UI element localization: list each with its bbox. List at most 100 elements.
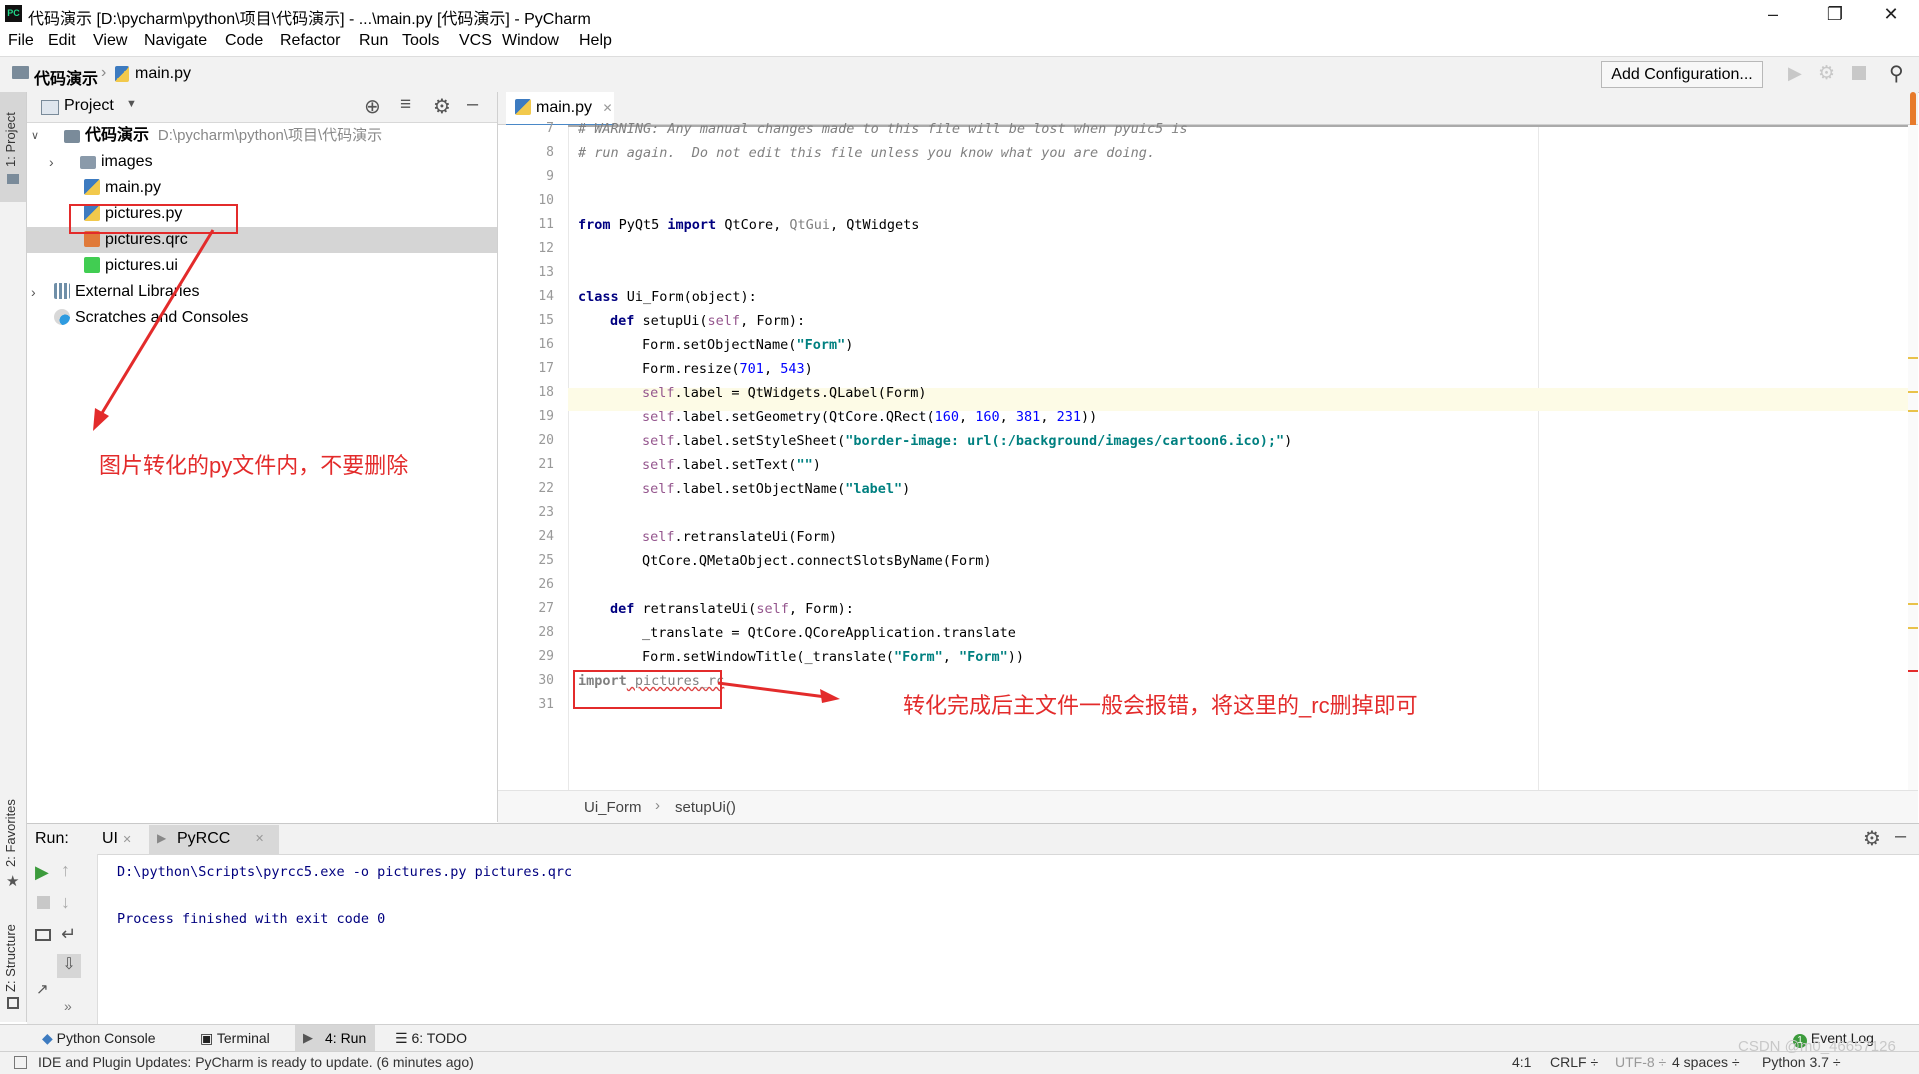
tool-tab-todo[interactable]: ☰ 6: TODO	[395, 1030, 467, 1047]
title-bar: PC 代码演示 [D:\pycharm\python\项目\代码演示] - ..…	[0, 0, 1919, 28]
project-view-icon	[41, 100, 59, 115]
caret-position[interactable]: 4:1	[1512, 1054, 1531, 1070]
indent-setting[interactable]: 4 spaces ÷	[1672, 1054, 1740, 1070]
status-message[interactable]: IDE and Plugin Updates: PyCharm is ready…	[38, 1054, 474, 1070]
restore-button[interactable]: ❐	[1808, 0, 1862, 28]
annotation-text-right: 转化完成后主文件一般会报错，将这里的_rc删掉即可	[903, 693, 1418, 718]
close-tab-icon[interactable]: ✕	[122, 834, 131, 846]
run-tab-ui[interactable]: UI ✕	[102, 830, 132, 848]
warning-marker	[1908, 391, 1918, 393]
pin-icon[interactable]: ↗	[36, 980, 49, 998]
gear-icon[interactable]: ⚙	[1863, 826, 1881, 851]
project-tool-label[interactable]: 1: Project	[3, 112, 18, 167]
chevron-down-icon[interactable]: ▼	[126, 98, 137, 110]
annotation-arrow-right	[717, 681, 840, 703]
menu-file[interactable]: File	[8, 32, 34, 50]
tree-item-label: main.py	[105, 179, 162, 196]
status-bar: IDE and Plugin Updates: PyCharm is ready…	[0, 1038, 1919, 1074]
editor-tab-label: main.py	[536, 99, 593, 116]
favorites-tool-label[interactable]: 2: Favorites	[3, 799, 18, 867]
error-marker	[1908, 670, 1918, 672]
folder-icon	[64, 130, 80, 143]
tool-tab-python-console[interactable]: ◆ Python Console	[42, 1030, 156, 1047]
gutter-border	[568, 125, 569, 790]
run-icon: ▶	[303, 1030, 313, 1045]
status-checkbox-icon[interactable]	[14, 1056, 27, 1069]
breadcrumb-method[interactable]: setupUi()	[675, 799, 736, 816]
code-line-11: from PyQt5 import QtCore, QtGui, QtWidge…	[578, 217, 920, 233]
annotation-box-import	[573, 670, 722, 709]
code-line-24: self.retranslateUi(Form)	[642, 529, 838, 545]
stop-icon[interactable]	[1852, 66, 1866, 80]
search-icon[interactable]: ⚲	[1889, 61, 1904, 86]
debug-icon[interactable]: ⚙	[1818, 62, 1835, 85]
code-line-18: self.label = QtWidgets.QLabel(Form)	[642, 385, 927, 401]
folder-icon	[80, 156, 96, 169]
line-separator[interactable]: CRLF ÷	[1550, 1054, 1598, 1070]
down-arrow-icon[interactable]: ↓	[61, 892, 70, 913]
menu-edit[interactable]: Edit	[48, 32, 76, 50]
annotation-text-left: 图片转化的py文件内，不要删除	[99, 453, 409, 478]
warning-marker	[1908, 410, 1918, 412]
menu-run[interactable]: Run	[359, 32, 388, 50]
todo-icon: ☰	[395, 1030, 408, 1046]
close-button[interactable]: ✕	[1864, 0, 1918, 28]
breadcrumb-project[interactable]: 代码演示	[34, 65, 98, 89]
editor-area: main.py ✕ 7 8 9 10 11 12 13 14 15 16 17 …	[498, 92, 1918, 823]
stop-icon[interactable]	[37, 896, 50, 909]
menu-vcs[interactable]: VCS	[459, 32, 492, 50]
close-tab-icon[interactable]: ✕	[255, 832, 264, 845]
menu-view[interactable]: View	[93, 32, 127, 50]
layout-icon[interactable]	[35, 929, 51, 941]
breadcrumb-class[interactable]: Ui_Form	[584, 799, 642, 816]
code-line-16: Form.setObjectName("Form")	[642, 337, 854, 353]
tree-item-images[interactable]: › images	[27, 149, 497, 175]
python-console-icon: ◆	[42, 1030, 53, 1046]
run-icon[interactable]: ▶	[1788, 63, 1802, 84]
tree-item-label: images	[101, 153, 153, 170]
window-title: 代码演示 [D:\pycharm\python\项目\代码演示] - ...\m…	[28, 11, 591, 28]
menu-help[interactable]: Help	[579, 32, 612, 50]
run-icon: ▶	[157, 831, 167, 845]
minimize-button[interactable]: –	[1746, 0, 1800, 28]
collapse-icon[interactable]: ≡	[400, 94, 411, 116]
tree-item-main-py[interactable]: main.py	[27, 175, 497, 201]
menu-refactor[interactable]: Refactor	[280, 32, 340, 50]
locate-icon[interactable]: ⊕	[364, 94, 381, 119]
library-icon	[54, 283, 70, 299]
up-arrow-icon[interactable]: ↑	[61, 860, 70, 881]
scroll-to-end-icon[interactable]: ⇩	[57, 954, 81, 978]
tool-tab-run[interactable]: ▶ 4: Run	[295, 1025, 375, 1052]
soft-wrap-icon[interactable]: ↵	[61, 924, 76, 945]
gear-icon[interactable]: ⚙	[433, 94, 451, 119]
code-area[interactable]: # WARNING: Any manual changes made to th…	[568, 121, 1918, 790]
structure-tool-label[interactable]: Z: Structure	[3, 924, 18, 992]
hide-icon[interactable]: –	[1895, 825, 1906, 848]
file-encoding[interactable]: UTF-8 ÷	[1615, 1054, 1666, 1070]
code-line-27: def retranslateUi(self, Form):	[610, 601, 854, 617]
add-configuration-button[interactable]: Add Configuration...	[1601, 61, 1763, 88]
menu-tools[interactable]: Tools	[402, 32, 439, 50]
tool-tab-terminal[interactable]: ▣ Terminal	[200, 1030, 270, 1047]
hide-icon[interactable]: –	[467, 93, 478, 116]
close-tab-icon[interactable]: ✕	[602, 101, 612, 115]
breadcrumb-file[interactable]: main.py	[135, 65, 191, 83]
menu-code[interactable]: Code	[225, 32, 263, 50]
code-breadcrumb: Ui_Form › setupUi()	[498, 790, 1918, 823]
menu-window[interactable]: Window	[502, 32, 559, 50]
project-panel-title[interactable]: Project	[64, 97, 114, 115]
run-tab-pyrcc[interactable]: ▶ PyRCC ✕	[149, 825, 279, 854]
code-line-19: self.label.setGeometry(QtCore.QRect(160,…	[642, 409, 1098, 425]
python-file-icon	[515, 99, 531, 115]
left-tool-strip: 1: Project 2: Favorites ★ Z: Structure	[0, 92, 27, 1022]
error-stripe	[1908, 125, 1918, 790]
code-line-17: Form.resize(701, 543)	[642, 361, 813, 377]
star-icon: ★	[6, 873, 20, 890]
run-panel: Run: UI ✕ ▶ PyRCC ✕ ⚙ – ▶ ↑ ↓ ↵ ⇩ ↗ » D:…	[27, 823, 1919, 1024]
python-interpreter[interactable]: Python 3.7 ÷	[1762, 1054, 1841, 1070]
more-icon[interactable]: »	[64, 998, 72, 1014]
menu-navigate[interactable]: Navigate	[144, 32, 207, 50]
tree-root[interactable]: ∨ 代码演示 D:\pycharm\python\项目\代码演示	[27, 123, 497, 149]
menu-bar: File Edit View Navigate Code Refactor Ru…	[0, 28, 1919, 55]
rerun-icon[interactable]: ▶	[35, 862, 49, 883]
